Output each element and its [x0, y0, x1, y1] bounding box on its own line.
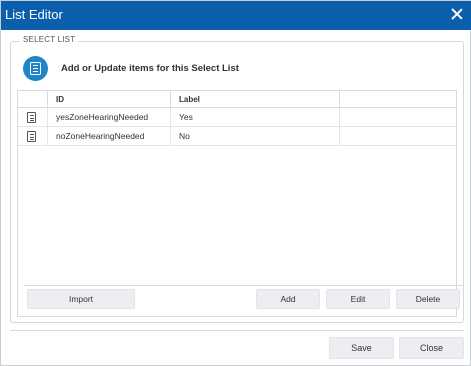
- column-header-icon: [18, 91, 48, 107]
- save-button[interactable]: Save: [329, 337, 394, 359]
- table-row[interactable]: noZoneHearingNeeded No: [18, 127, 456, 146]
- row-label: No: [171, 127, 340, 145]
- select-list-instructions: Add or Update items for this Select List: [61, 63, 239, 74]
- dialog-title: List Editor: [5, 7, 63, 22]
- select-list-grid: ID Label yesZoneHearingNeeded Yes noZone…: [17, 90, 464, 317]
- document-icon: [27, 131, 36, 142]
- add-button[interactable]: Add: [256, 289, 320, 309]
- delete-button[interactable]: Delete: [396, 289, 460, 309]
- grid-header: ID Label: [18, 91, 456, 108]
- edit-button[interactable]: Edit: [326, 289, 390, 309]
- document-icon: [27, 112, 36, 123]
- grid-toolbar: Import Add Edit Delete: [24, 285, 464, 310]
- select-list-legend: SELECT LIST: [20, 35, 79, 44]
- column-header-extra: [340, 91, 456, 107]
- row-icon-cell: [18, 127, 48, 145]
- row-label: Yes: [171, 108, 340, 126]
- row-id: yesZoneHearingNeeded: [48, 108, 171, 126]
- footer-divider: [10, 330, 464, 331]
- row-extra: [340, 108, 456, 126]
- row-id: noZoneHearingNeeded: [48, 127, 171, 145]
- import-button[interactable]: Import: [27, 289, 135, 309]
- row-extra: [340, 127, 456, 145]
- close-icon[interactable]: [448, 5, 466, 23]
- close-button[interactable]: Close: [399, 337, 464, 359]
- list-editor-dialog: List Editor SELECT LIST Add or Update it…: [0, 0, 471, 366]
- select-list-fieldset: SELECT LIST Add or Update items for this…: [10, 35, 464, 323]
- row-icon-cell: [18, 108, 48, 126]
- column-header-label[interactable]: Label: [171, 91, 340, 107]
- table-row[interactable]: yesZoneHearingNeeded Yes: [18, 108, 456, 127]
- title-bar: List Editor: [1, 1, 471, 30]
- column-header-id[interactable]: ID: [48, 91, 171, 107]
- list-document-icon: [23, 56, 48, 81]
